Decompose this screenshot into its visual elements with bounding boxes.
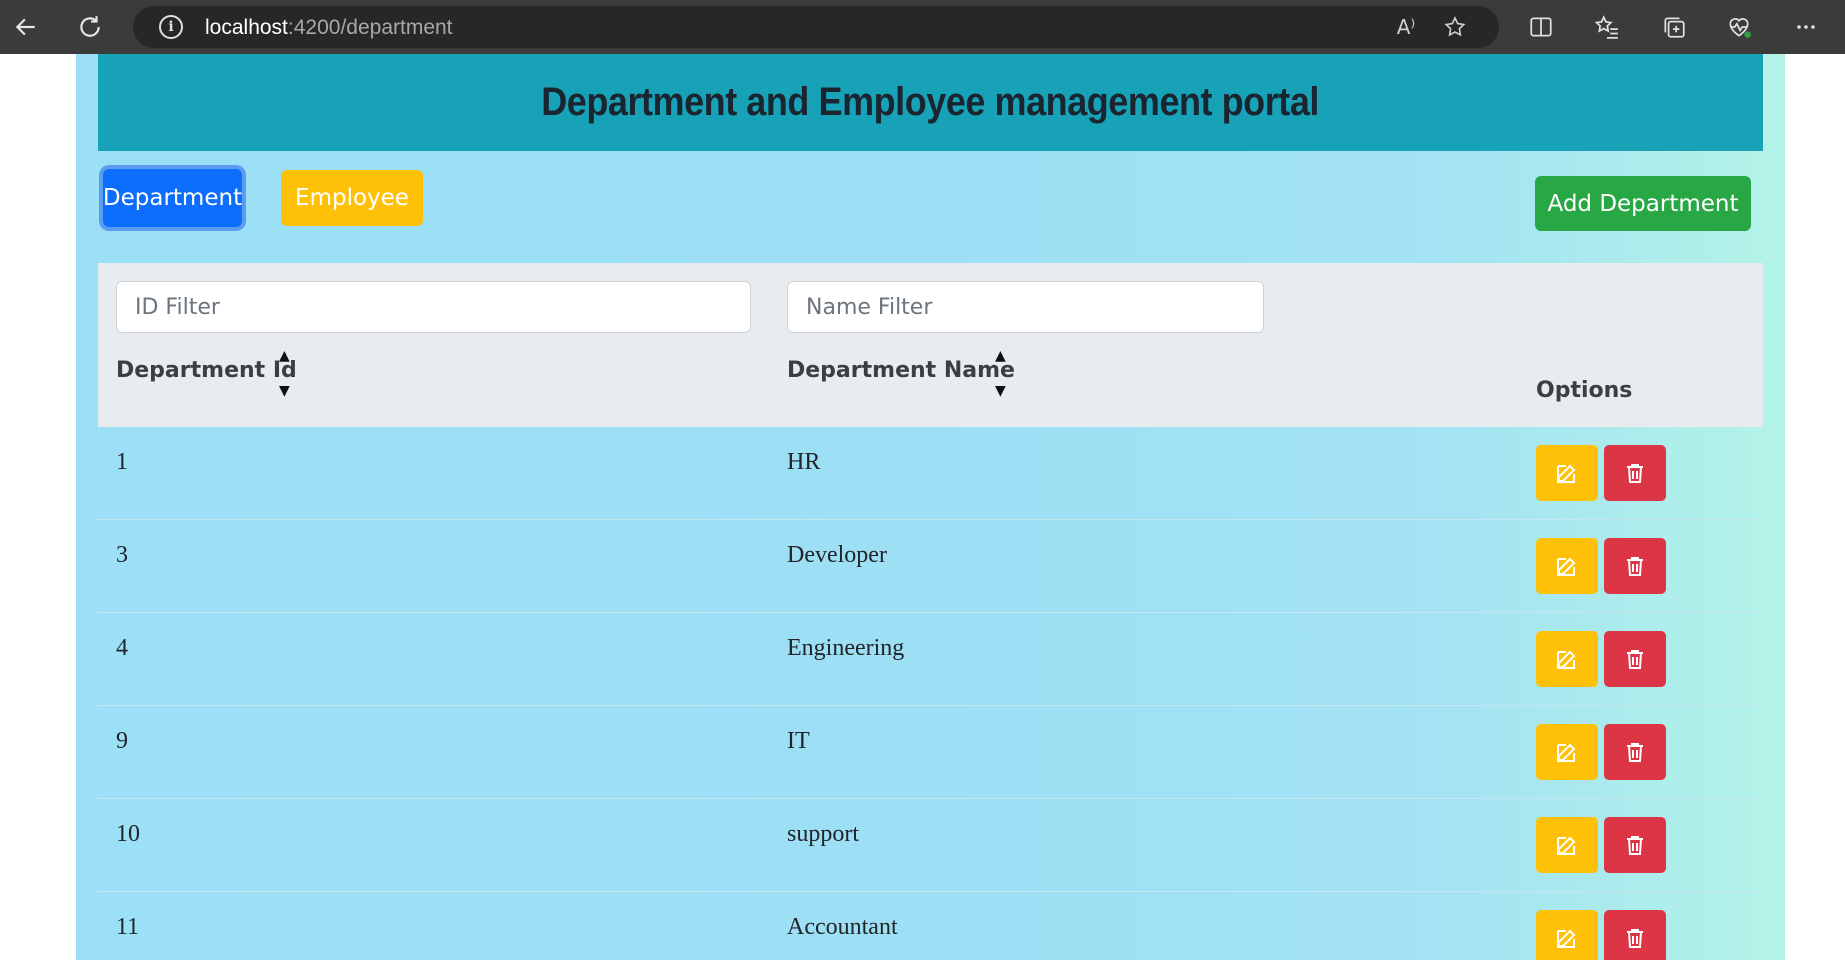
read-aloud-icon[interactable]: A⁾ bbox=[1391, 12, 1421, 42]
edit-button[interactable] bbox=[1536, 445, 1598, 501]
table-row: 10 support bbox=[98, 799, 1763, 892]
edit-button[interactable] bbox=[1536, 910, 1598, 960]
table-row: 4 Engineering bbox=[98, 613, 1763, 706]
department-name-cell: Accountant bbox=[787, 914, 898, 940]
id-filter-input[interactable]: ID Filter bbox=[116, 281, 751, 333]
sort-up-icon[interactable]: ▲ bbox=[279, 349, 290, 363]
department-name-cell: Developer bbox=[787, 542, 887, 568]
name-filter-placeholder: Name Filter bbox=[806, 294, 933, 320]
id-filter-placeholder: ID Filter bbox=[135, 294, 220, 320]
department-id-cell: 1 bbox=[116, 449, 128, 475]
edit-icon bbox=[1555, 926, 1579, 950]
url-text[interactable]: localhost:4200/department bbox=[205, 16, 453, 40]
trash-icon bbox=[1623, 554, 1647, 578]
browser-toolbar: i localhost:4200/department A⁾ bbox=[0, 0, 1845, 54]
name-filter-input[interactable]: Name Filter bbox=[787, 281, 1264, 333]
address-bar[interactable]: i localhost:4200/department A⁾ bbox=[133, 6, 1499, 48]
column-header-options: Options bbox=[1536, 378, 1633, 403]
split-screen-icon[interactable] bbox=[1524, 10, 1558, 44]
delete-button[interactable] bbox=[1604, 910, 1666, 960]
sort-down-icon[interactable]: ▼ bbox=[279, 384, 290, 398]
page-title: Department and Employee management porta… bbox=[541, 80, 1320, 124]
department-id-cell: 9 bbox=[116, 728, 128, 754]
column-header-department-id: Department Id bbox=[116, 358, 297, 383]
delete-button[interactable] bbox=[1604, 631, 1666, 687]
department-id-cell: 4 bbox=[116, 635, 128, 661]
department-button[interactable]: Department bbox=[103, 169, 242, 227]
employee-button[interactable]: Employee bbox=[281, 170, 423, 226]
info-icon[interactable]: i bbox=[159, 15, 183, 39]
table-row: 9 IT bbox=[98, 706, 1763, 799]
favorites-icon[interactable] bbox=[1590, 10, 1624, 44]
delete-button[interactable] bbox=[1604, 445, 1666, 501]
department-name-cell: Engineering bbox=[787, 635, 905, 661]
delete-button[interactable] bbox=[1604, 724, 1666, 780]
collections-icon[interactable] bbox=[1657, 10, 1691, 44]
column-header-department-name: Department Name bbox=[787, 358, 1015, 383]
department-id-cell: 10 bbox=[116, 821, 140, 847]
url-host: localhost bbox=[205, 16, 288, 39]
edit-button[interactable] bbox=[1536, 817, 1598, 873]
edit-button[interactable] bbox=[1536, 631, 1598, 687]
department-name-cell: HR bbox=[787, 449, 821, 475]
delete-button[interactable] bbox=[1604, 538, 1666, 594]
browser-essentials-icon[interactable] bbox=[1722, 10, 1756, 44]
trash-icon bbox=[1623, 926, 1647, 950]
trash-icon bbox=[1623, 461, 1647, 485]
edit-icon bbox=[1555, 647, 1579, 671]
department-name-cell: IT bbox=[787, 728, 810, 754]
star-icon[interactable] bbox=[1440, 12, 1470, 42]
edit-icon bbox=[1555, 740, 1579, 764]
add-department-button[interactable]: Add Department bbox=[1535, 176, 1751, 231]
sort-up-icon[interactable]: ▲ bbox=[995, 349, 1006, 363]
department-name-cell: support bbox=[787, 821, 859, 847]
url-path: :4200/department bbox=[287, 16, 453, 39]
refresh-icon[interactable] bbox=[66, 3, 114, 51]
department-id-cell: 3 bbox=[116, 542, 128, 568]
sort-down-icon[interactable]: ▼ bbox=[995, 384, 1006, 398]
more-icon[interactable] bbox=[1789, 10, 1823, 44]
edit-icon bbox=[1555, 461, 1579, 485]
table-row: 11 Accountant bbox=[98, 892, 1763, 960]
edit-icon bbox=[1555, 833, 1579, 857]
portal-header: Department and Employee management porta… bbox=[98, 54, 1763, 151]
table-row: 3 Developer bbox=[98, 520, 1763, 613]
edit-icon bbox=[1555, 554, 1579, 578]
department-id-cell: 11 bbox=[116, 914, 140, 940]
delete-button[interactable] bbox=[1604, 817, 1666, 873]
trash-icon bbox=[1623, 740, 1647, 764]
trash-icon bbox=[1623, 647, 1647, 671]
edit-button[interactable] bbox=[1536, 538, 1598, 594]
back-arrow-icon[interactable] bbox=[2, 3, 50, 51]
table-row: 1 HR bbox=[98, 427, 1763, 520]
edit-button[interactable] bbox=[1536, 724, 1598, 780]
trash-icon bbox=[1623, 833, 1647, 857]
page-content: Department and Employee management porta… bbox=[76, 54, 1785, 960]
table-header: ID Filter Name Filter Department Id ▲ ▼ … bbox=[98, 263, 1763, 427]
